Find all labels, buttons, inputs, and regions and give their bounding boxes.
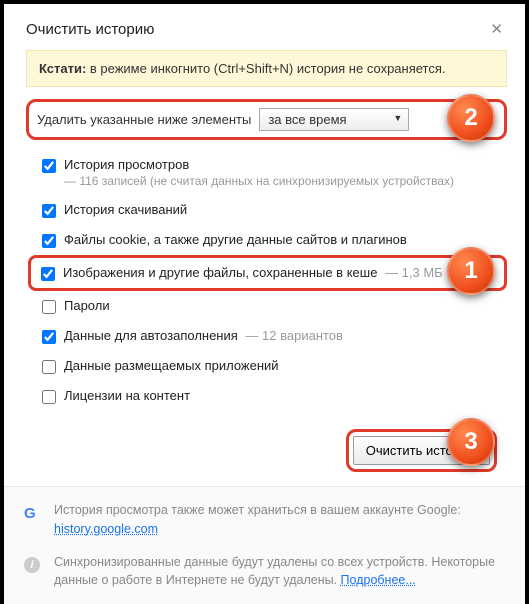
checkbox-autofill[interactable] bbox=[42, 330, 56, 344]
checkbox-browsing[interactable] bbox=[42, 159, 56, 173]
close-icon[interactable]: ✕ bbox=[486, 18, 507, 40]
time-range-label: Удалить указанные ниже элементы bbox=[37, 112, 251, 127]
options-list: История просмотров — 116 записей (не счи… bbox=[38, 150, 507, 411]
opt-hint: — 116 записей (не считая данных на синхр… bbox=[64, 174, 454, 188]
footer-sync-text: Синхронизированные данные будут удалены … bbox=[54, 555, 495, 588]
time-range-row: Удалить указанные ниже элементы за все в… bbox=[26, 99, 507, 140]
checkbox-hosted[interactable] bbox=[42, 360, 56, 374]
dialog-actions: Очистить историю bbox=[4, 411, 525, 486]
dialog-footer: G История просмотра также может хранитьс… bbox=[4, 486, 525, 604]
time-range-value: за все время bbox=[268, 112, 346, 127]
option-cookies[interactable]: Файлы cookie, а также другие данные сайт… bbox=[38, 225, 507, 255]
option-passwords[interactable]: Пароли bbox=[38, 291, 507, 321]
checkbox-passwords[interactable] bbox=[42, 300, 56, 314]
checkbox-downloads[interactable] bbox=[42, 204, 56, 218]
opt-label: Данные размещаемых приложений bbox=[64, 358, 279, 373]
info-icon: i bbox=[24, 555, 42, 574]
footer-google-text: История просмотра также может храниться … bbox=[54, 503, 461, 517]
option-downloads[interactable]: История скачиваний bbox=[38, 195, 507, 225]
option-autofill[interactable]: Данные для автозаполнения — 12 вариантов bbox=[38, 321, 507, 351]
annotation-badge-2: 2 bbox=[447, 94, 495, 142]
dialog-header: Очистить историю ✕ bbox=[4, 4, 525, 50]
opt-label: Файлы cookie, а также другие данные сайт… bbox=[64, 232, 407, 247]
footer-sync-row: i Синхронизированные данные будут удален… bbox=[24, 553, 505, 591]
incognito-info-bar: Кстати: в режиме инкогнито (Ctrl+Shift+N… bbox=[26, 50, 507, 87]
opt-label: Данные для автозаполнения bbox=[64, 328, 238, 343]
opt-hint: — 1,3 МБ bbox=[385, 265, 443, 280]
opt-label: История скачиваний bbox=[64, 202, 187, 217]
history-google-link[interactable]: history.google.com bbox=[54, 522, 158, 536]
learn-more-link[interactable]: Подробнее... bbox=[341, 573, 416, 587]
checkbox-licenses[interactable] bbox=[42, 390, 56, 404]
option-cache[interactable]: Изображения и другие файлы, сохраненные … bbox=[28, 255, 507, 291]
checkbox-cookies[interactable] bbox=[42, 234, 56, 248]
footer-google-row: G История просмотра также может хранитьс… bbox=[24, 501, 505, 539]
opt-label: Лицензии на контент bbox=[64, 388, 190, 403]
info-text: в режиме инкогнито (Ctrl+Shift+N) истори… bbox=[90, 61, 446, 76]
option-browsing-history[interactable]: История просмотров — 116 записей (не счи… bbox=[38, 150, 507, 195]
annotation-badge-1: 1 bbox=[447, 247, 495, 295]
option-licenses[interactable]: Лицензии на контент bbox=[38, 381, 507, 411]
opt-label: Изображения и другие файлы, сохраненные … bbox=[63, 265, 377, 280]
dialog-title: Очистить историю bbox=[26, 21, 154, 38]
info-prefix: Кстати: bbox=[39, 61, 90, 76]
opt-label: Пароли bbox=[64, 298, 110, 313]
clear-history-dialog: Очистить историю ✕ Кстати: в режиме инко… bbox=[4, 4, 525, 587]
annotation-badge-3: 3 bbox=[447, 418, 495, 466]
time-range-select[interactable]: за все время bbox=[259, 108, 409, 131]
option-hosted-apps[interactable]: Данные размещаемых приложений bbox=[38, 351, 507, 381]
google-logo-icon: G bbox=[24, 503, 42, 526]
opt-label: История просмотров bbox=[64, 157, 189, 172]
opt-hint: — 12 вариантов bbox=[245, 328, 343, 343]
checkbox-cache[interactable] bbox=[41, 267, 55, 281]
